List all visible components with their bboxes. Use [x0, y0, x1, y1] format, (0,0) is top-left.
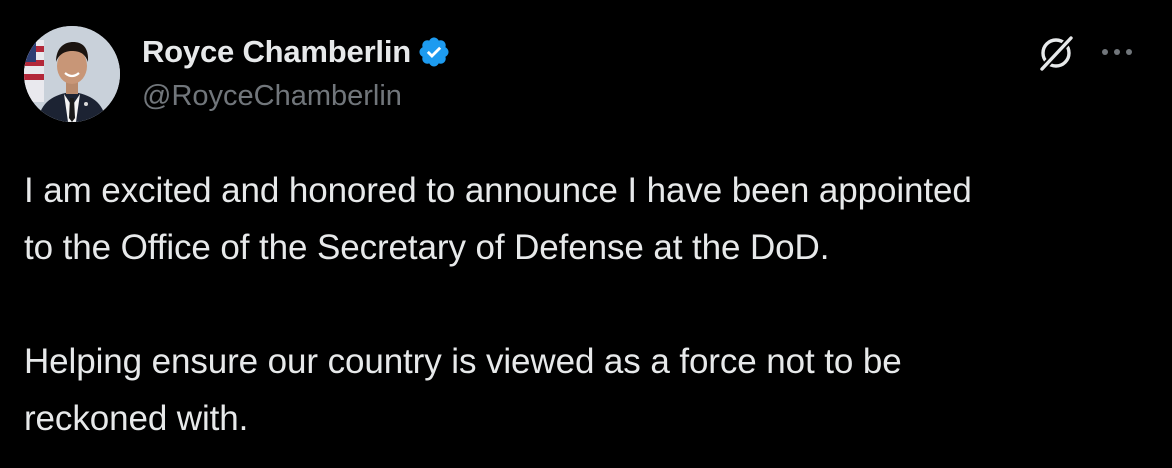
tweet-text-line: I am excited and honored to announce I h…	[24, 171, 972, 210]
display-name[interactable]: Royce Chamberlin	[142, 34, 411, 70]
tweet-text-line: reckoned with.	[24, 399, 249, 438]
user-handle[interactable]: @RoyceChamberlin	[142, 80, 451, 113]
tweet-card: Royce Chamberlin @RoyceChamberlin I am e…	[0, 0, 1172, 468]
avatar-image	[24, 26, 120, 122]
grok-icon[interactable]	[1035, 32, 1077, 74]
paragraph-break	[24, 276, 1150, 333]
name-row: Royce Chamberlin	[142, 30, 451, 74]
verified-badge-icon[interactable]	[417, 35, 451, 69]
tweet-header: Royce Chamberlin @RoyceChamberlin	[24, 26, 1148, 126]
more-horizontal-icon[interactable]	[1097, 40, 1137, 64]
tweet-text-line: to the Office of the Secretary of Defens…	[24, 228, 830, 267]
user-block: Royce Chamberlin @RoyceChamberlin	[142, 30, 451, 113]
tweet-body: I am excited and honored to announce I h…	[24, 162, 1150, 447]
avatar[interactable]	[24, 26, 120, 122]
tweet-text-line: Helping ensure our country is viewed as …	[24, 342, 902, 381]
